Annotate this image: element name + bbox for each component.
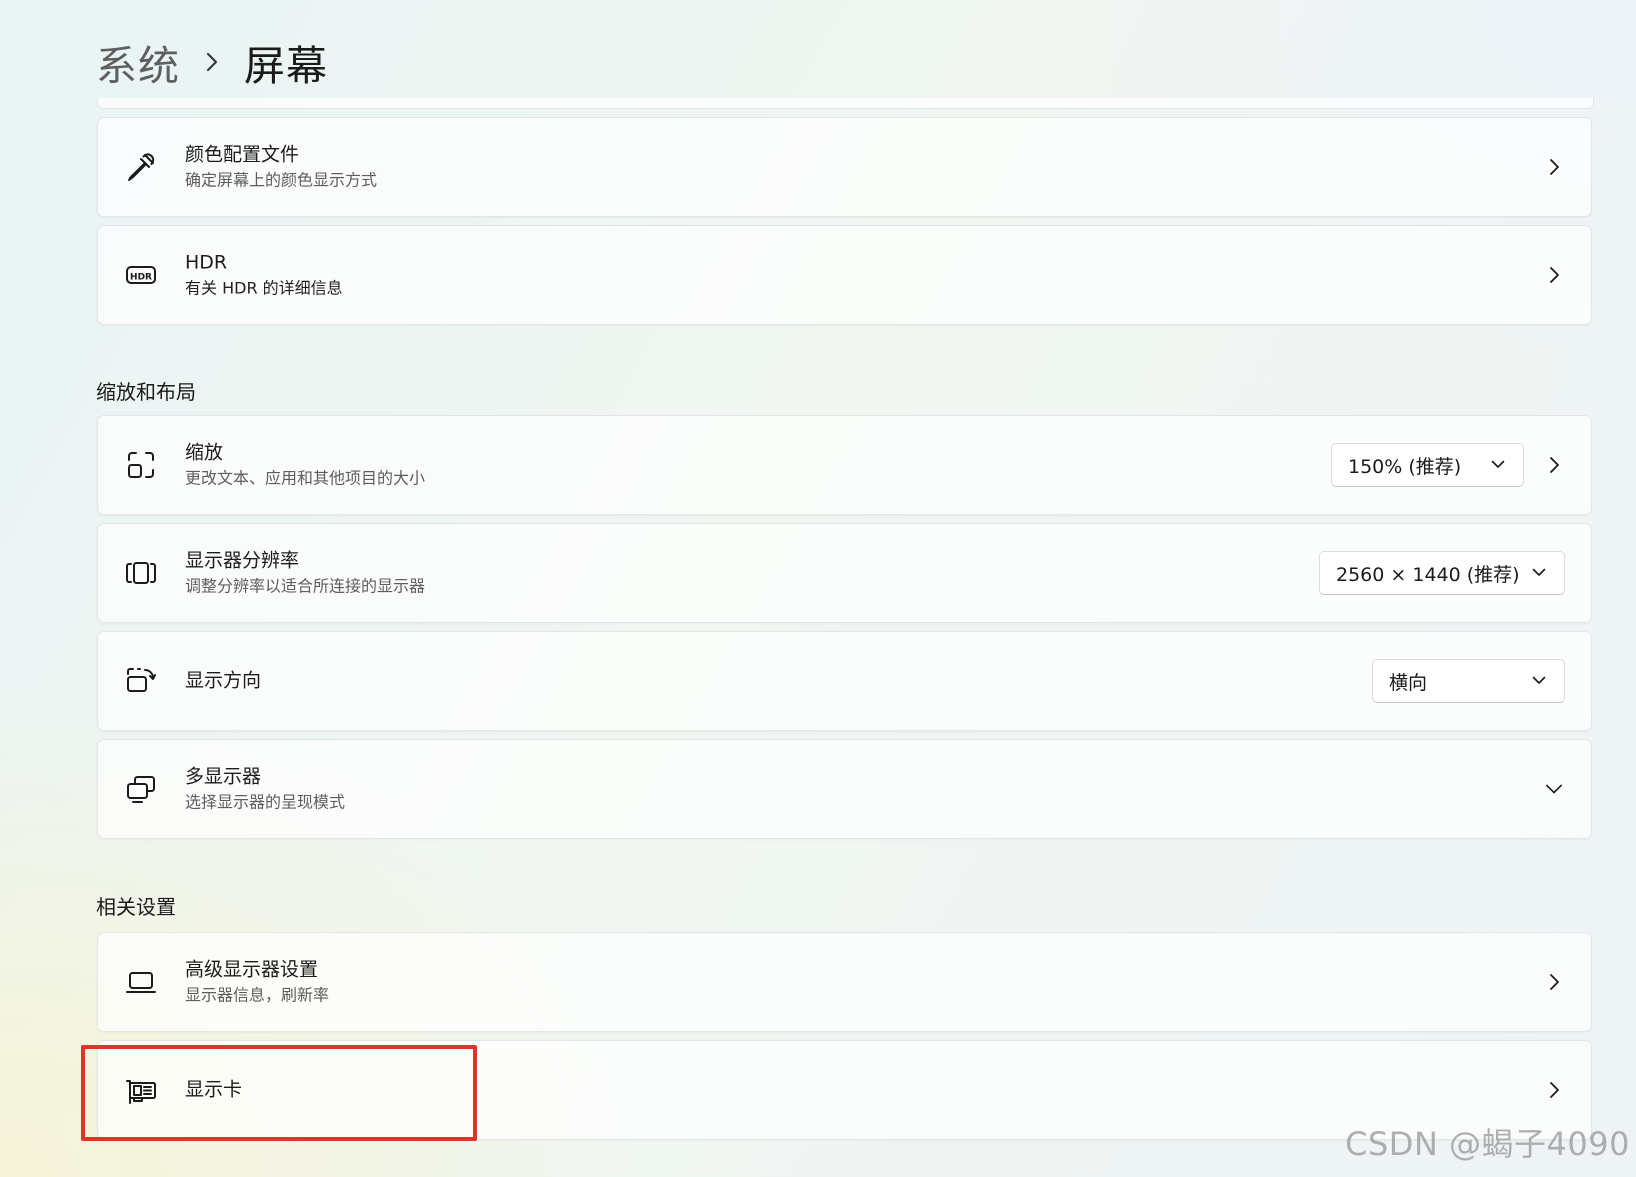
chevron-down-icon bbox=[1532, 568, 1546, 578]
card-title: 显示器分辨率 bbox=[185, 549, 300, 572]
multi-monitor-icon bbox=[124, 772, 158, 806]
card-multi-display[interactable]: 多显示器 选择显示器的呈现模式 bbox=[97, 739, 1592, 839]
card-resolution[interactable]: 显示器分辨率 调整分辨率以适合所连接的显示器 2560 × 1440 (推荐) bbox=[97, 523, 1592, 623]
card-scale[interactable]: 缩放 更改文本、应用和其他项目的大小 150% (推荐) bbox=[97, 415, 1592, 515]
chevron-right-icon[interactable] bbox=[1545, 456, 1563, 474]
chevron-down-icon bbox=[1532, 676, 1546, 686]
chevron-right-icon bbox=[1545, 1081, 1563, 1099]
resolution-dropdown[interactable]: 2560 × 1440 (推荐) bbox=[1319, 551, 1565, 595]
breadcrumb-parent-system[interactable]: 系统 bbox=[96, 32, 180, 92]
chevron-down-icon[interactable] bbox=[1545, 780, 1563, 798]
card-subtitle: 选择显示器的呈现模式 bbox=[185, 792, 346, 812]
card-hdr[interactable]: HDR HDR 有关 HDR 的详细信息 bbox=[97, 225, 1592, 325]
resolution-dropdown-value: 2560 × 1440 (推荐) bbox=[1336, 563, 1520, 586]
chevron-down-icon bbox=[1491, 460, 1505, 470]
orientation-dropdown[interactable]: 横向 bbox=[1372, 659, 1565, 703]
clipped-card-above bbox=[97, 98, 1594, 109]
resize-icon bbox=[124, 448, 158, 482]
section-title-related-settings: 相关设置 bbox=[96, 895, 176, 919]
eyedropper-icon bbox=[124, 150, 158, 184]
card-subtitle: 确定屏幕上的颜色显示方式 bbox=[185, 170, 378, 190]
card-title: HDR bbox=[185, 251, 228, 274]
hdr-details-link[interactable]: 有关 HDR 的详细信息 bbox=[185, 278, 343, 300]
card-title: 缩放 bbox=[185, 441, 224, 464]
card-title: 多显示器 bbox=[185, 765, 262, 788]
scale-dropdown[interactable]: 150% (推荐) bbox=[1331, 443, 1524, 487]
card-color-profile[interactable]: 颜色配置文件 确定屏幕上的颜色显示方式 bbox=[97, 117, 1592, 217]
watermark-text: CSDN @蝎子4090 bbox=[1345, 1125, 1630, 1163]
card-title: 显示方向 bbox=[185, 669, 262, 692]
card-subtitle: 调整分辨率以适合所连接的显示器 bbox=[185, 576, 426, 596]
scale-dropdown-value: 150% (推荐) bbox=[1348, 455, 1462, 478]
chevron-right-icon bbox=[1545, 266, 1563, 284]
card-orientation[interactable]: 显示方向 横向 bbox=[97, 631, 1592, 731]
graphics-card-icon bbox=[124, 1073, 158, 1107]
hdr-icon: HDR bbox=[124, 258, 158, 292]
breadcrumb-chevron-icon bbox=[180, 51, 244, 73]
card-title: 颜色配置文件 bbox=[185, 143, 300, 166]
rotate-screen-icon bbox=[124, 664, 158, 698]
chevron-right-icon bbox=[1545, 158, 1563, 176]
chevron-right-icon bbox=[1545, 973, 1563, 991]
page-title: 屏幕 bbox=[244, 42, 328, 90]
resolution-icon bbox=[124, 556, 158, 590]
card-subtitle: 显示器信息，刷新率 bbox=[185, 985, 330, 1005]
orientation-dropdown-value: 横向 bbox=[1389, 671, 1428, 694]
laptop-icon bbox=[124, 965, 158, 999]
card-title: 高级显示器设置 bbox=[185, 958, 319, 981]
card-subtitle: 更改文本、应用和其他项目的大小 bbox=[185, 468, 426, 488]
svg-text:HDR: HDR bbox=[130, 272, 152, 282]
card-title: 显示卡 bbox=[185, 1078, 243, 1101]
breadcrumb: 系统 屏幕 bbox=[96, 30, 328, 94]
section-title-scale-layout: 缩放和布局 bbox=[96, 380, 196, 404]
card-advanced-display[interactable]: 高级显示器设置 显示器信息，刷新率 bbox=[97, 932, 1592, 1032]
